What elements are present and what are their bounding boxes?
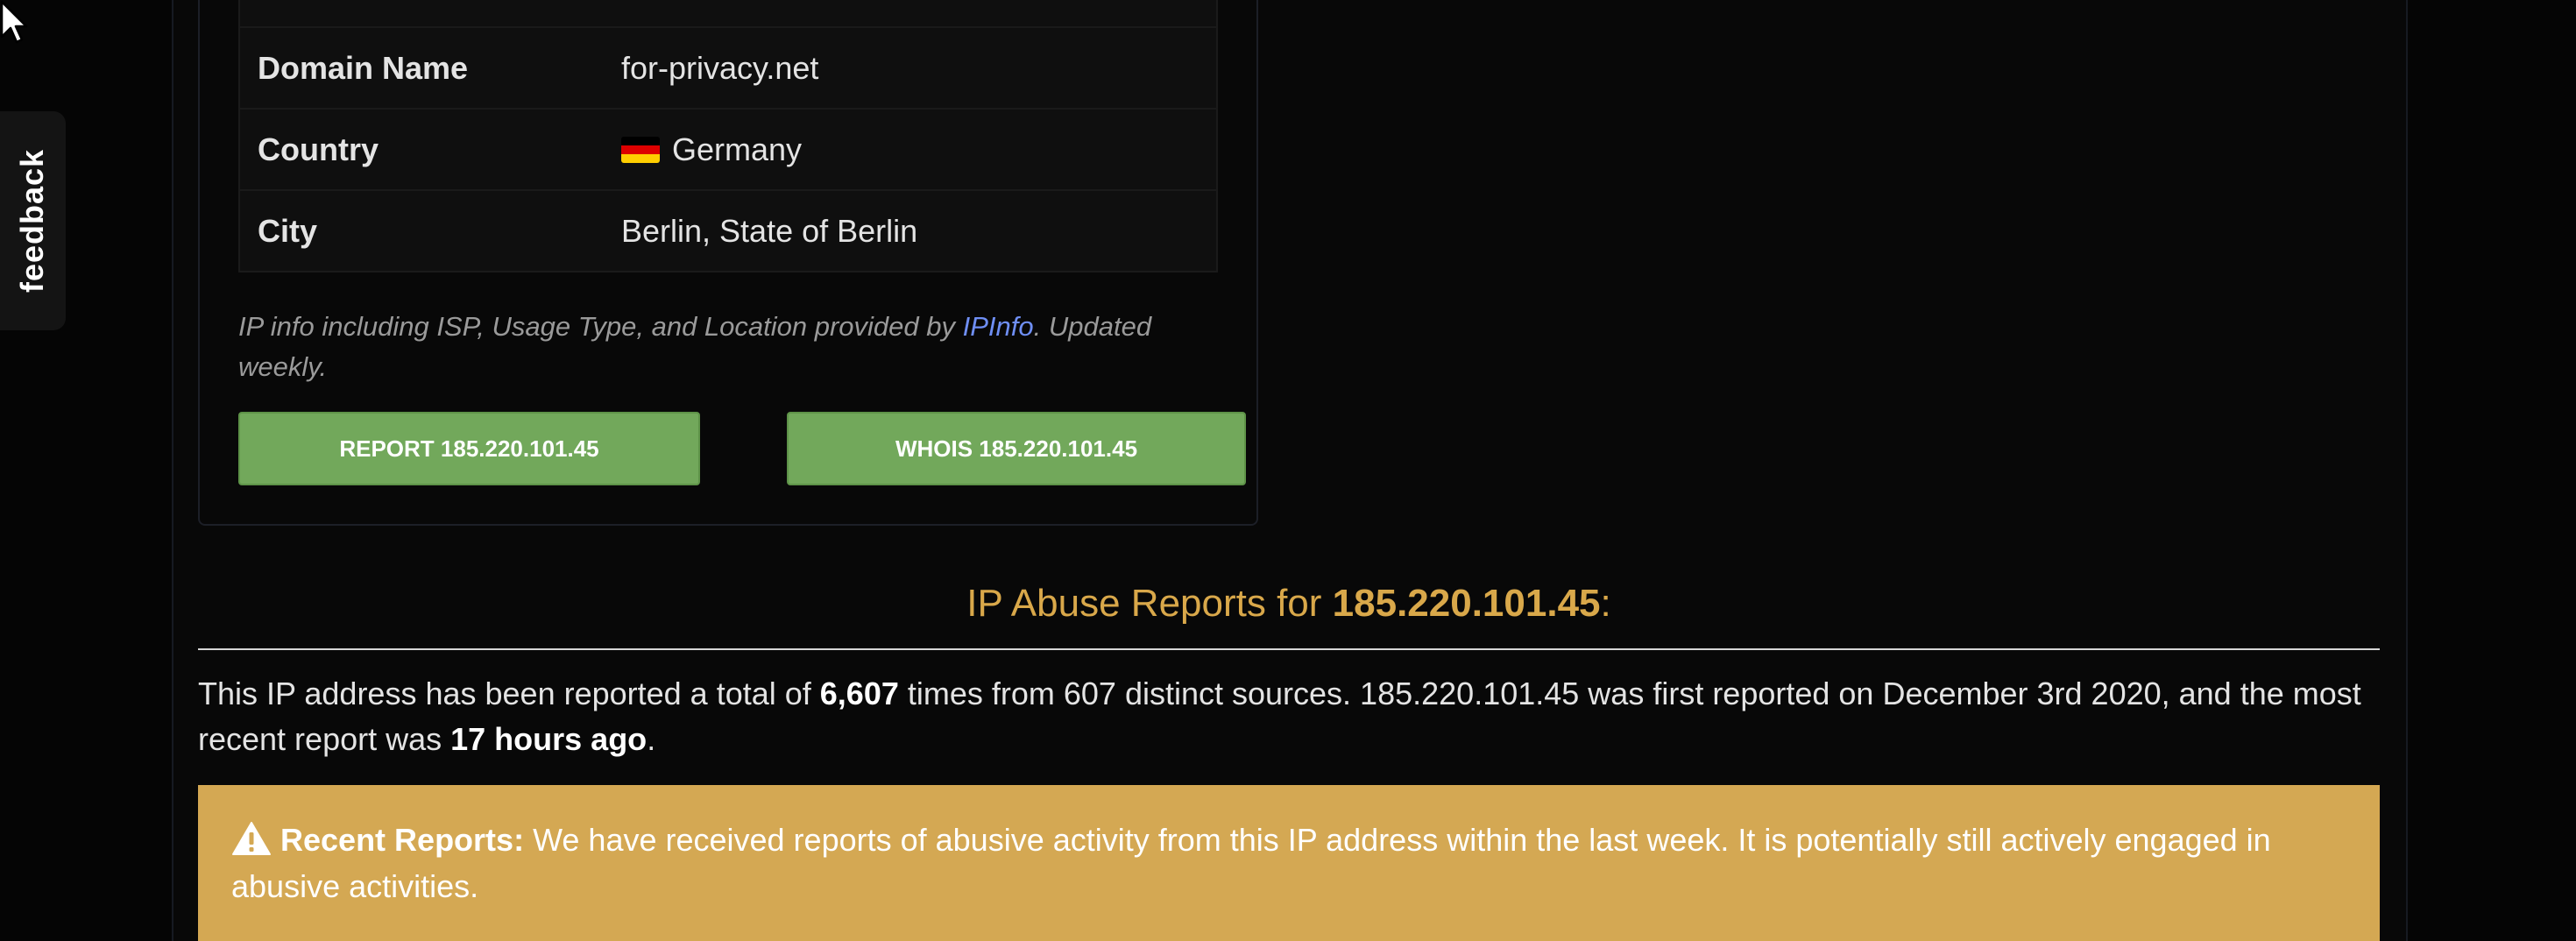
provider-note-text: IP info including ISP, Usage Type, and L…: [238, 311, 963, 342]
reports-heading: IP Abuse Reports for 185.220.101.45:: [198, 582, 2380, 626]
provider-note: IP info including ISP, Usage Type, and L…: [238, 307, 1220, 387]
row-value-country: Germany: [604, 109, 1217, 190]
reports-heading-suffix: :: [1600, 582, 1611, 625]
germany-flag-icon: [621, 136, 660, 163]
ipinfo-link[interactable]: IPInfo: [963, 311, 1034, 342]
ip-info-card: Domain Name for-privacy.net Country Germ…: [198, 0, 1258, 526]
mouse-cursor-icon: [0, 0, 28, 44]
reports-heading-ip: 185.220.101.45: [1332, 582, 1601, 625]
recent-reports-alert: Recent Reports: We have received reports…: [198, 785, 2380, 941]
country-name: Germany: [672, 131, 803, 167]
table-row: [239, 0, 1217, 27]
total-reports-count: 6,607: [819, 676, 899, 711]
row-value-city: Berlin, State of Berlin: [621, 212, 918, 249]
summary-text-3: .: [647, 721, 656, 757]
row-value: [604, 0, 1217, 27]
row-key: [239, 0, 604, 27]
table-row: Domain Name for-privacy.net: [239, 27, 1217, 109]
table-row: City Berlin, State of Berlin: [239, 190, 1217, 272]
heading-divider: [198, 648, 2380, 650]
ip-info-table: Domain Name for-privacy.net Country Germ…: [238, 0, 1218, 272]
alert-title: Recent Reports:: [280, 822, 525, 858]
row-value-domain-name: for-privacy.net: [621, 49, 819, 86]
main-content: Domain Name for-privacy.net Country Germ…: [172, 0, 2408, 941]
alert-message: We have received reports of abusive acti…: [231, 822, 2271, 904]
report-ip-button[interactable]: REPORT 185.220.101.45: [238, 412, 700, 485]
warning-icon: [232, 822, 271, 855]
reports-summary: This IP address has been reported a tota…: [198, 671, 2380, 762]
row-key-country: Country: [258, 131, 379, 167]
page: feedback Domain Name for-privacy.net Cou…: [0, 0, 2576, 941]
table-row: Country Germany: [239, 109, 1217, 190]
last-report-time: 17 hours ago: [450, 721, 648, 757]
whois-ip-button[interactable]: WHOIS 185.220.101.45: [787, 412, 1246, 485]
feedback-tab[interactable]: feedback: [0, 111, 66, 330]
row-key-city: City: [258, 212, 318, 249]
reports-heading-prefix: IP Abuse Reports for: [966, 582, 1333, 625]
summary-text-1: This IP address has been reported a tota…: [198, 676, 820, 711]
row-key-domain-name: Domain Name: [258, 49, 469, 86]
feedback-label: feedback: [14, 148, 51, 294]
